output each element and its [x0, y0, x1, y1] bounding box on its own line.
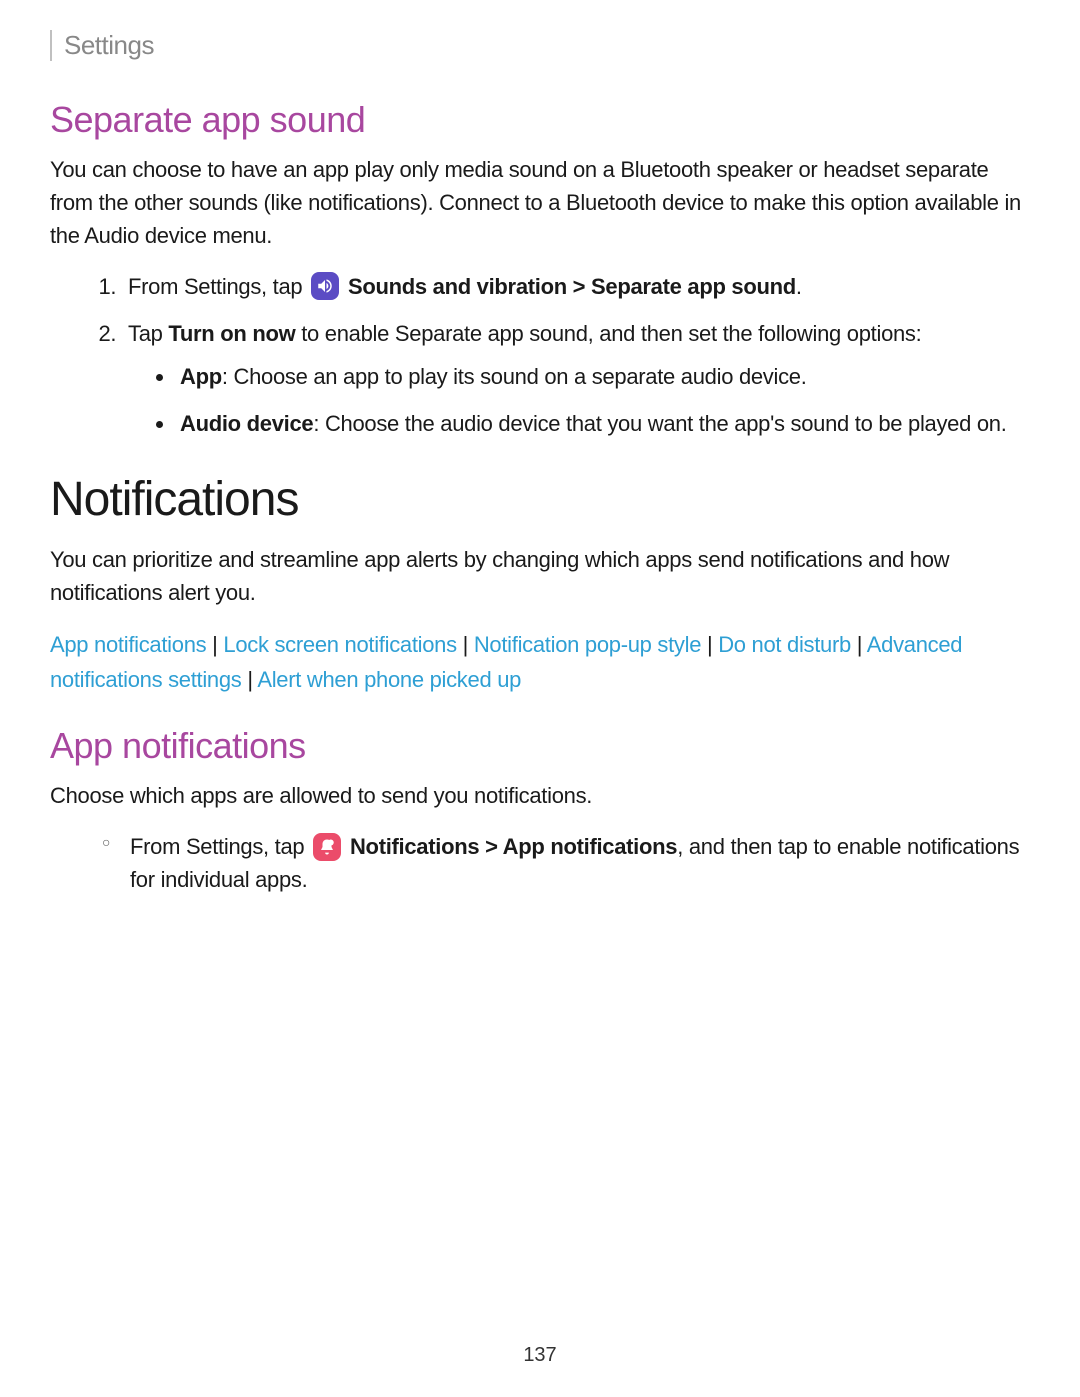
page-number: 137: [0, 1344, 1080, 1367]
link-lock-screen-notifications[interactable]: Lock screen notifications: [223, 632, 456, 657]
step-1: From Settings, tap Sounds and vibration …: [122, 270, 1030, 303]
heading-separate-app-sound: Separate app sound: [50, 99, 1030, 141]
step-prefix: From Settings, tap: [130, 834, 310, 859]
bullet1-text: : Choose an app to play its sound on a s…: [222, 364, 807, 389]
notifications-icon: [313, 833, 341, 861]
separate-app-sound-intro: You can choose to have an app play only …: [50, 153, 1030, 252]
link-sep: |: [701, 632, 718, 657]
link-sep: |: [457, 632, 474, 657]
app-notifications-step: From Settings, tap Notifications > App n…: [50, 830, 1030, 896]
bullet2-text: : Choose the audio device that you want …: [313, 411, 1006, 436]
link-app-notifications[interactable]: App notifications: [50, 632, 206, 657]
link-alert-when-phone-picked-up[interactable]: Alert when phone picked up: [257, 667, 521, 692]
heading-notifications: Notifications: [50, 472, 1030, 527]
step1-suffix: .: [796, 274, 802, 299]
step2-bullets: App: Choose an app to play its sound on …: [128, 360, 1030, 440]
app-notifications-intro: Choose which apps are allowed to send yo…: [50, 779, 1030, 812]
separate-app-sound-steps: From Settings, tap Sounds and vibration …: [50, 270, 1030, 440]
link-notification-popup-style[interactable]: Notification pop-up style: [474, 632, 701, 657]
step1-prefix: From Settings, tap: [128, 274, 308, 299]
bullet-app: App: Choose an app to play its sound on …: [176, 360, 1030, 393]
app-notifications-step-item: From Settings, tap Notifications > App n…: [102, 830, 1030, 896]
link-do-not-disturb[interactable]: Do not disturb: [718, 632, 851, 657]
link-sep: |: [206, 632, 223, 657]
bullet-audio-device: Audio device: Choose the audio device th…: [176, 407, 1030, 440]
bullet1-bold: App: [180, 364, 222, 389]
step-bold: Notifications > App notifications: [344, 834, 677, 859]
sounds-icon: [311, 272, 339, 300]
step2-prefix: Tap: [128, 321, 168, 346]
step1-bold: Sounds and vibration > Separate app soun…: [342, 274, 796, 299]
step-2: Tap Turn on now to enable Separate app s…: [122, 317, 1030, 440]
link-sep: |: [242, 667, 258, 692]
header-title: Settings: [64, 30, 154, 60]
link-sep: |: [851, 632, 867, 657]
step2-bold: Turn on now: [168, 321, 295, 346]
notifications-intro: You can prioritize and streamline app al…: [50, 543, 1030, 609]
step2-suffix: to enable Separate app sound, and then s…: [295, 321, 921, 346]
notifications-links: App notifications | Lock screen notifica…: [50, 627, 1030, 697]
page-header: Settings: [50, 30, 1030, 61]
bullet2-bold: Audio device: [180, 411, 313, 436]
heading-app-notifications: App notifications: [50, 725, 1030, 767]
